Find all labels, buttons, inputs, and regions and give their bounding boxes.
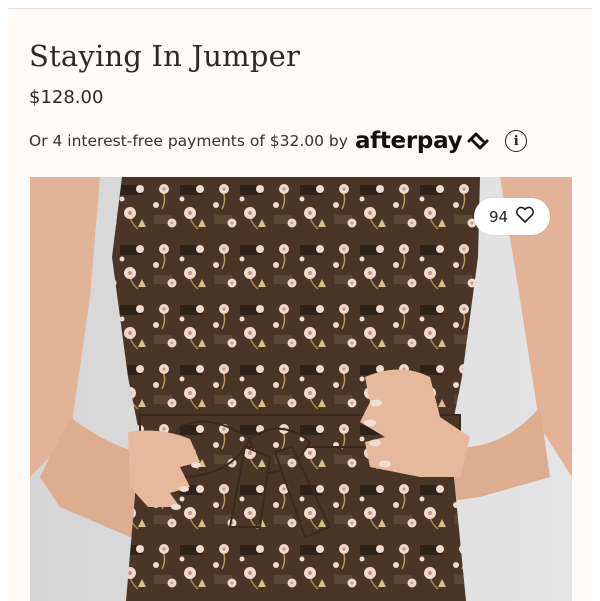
product-price: $128.00 bbox=[29, 87, 104, 108]
afterpay-logo-icon bbox=[465, 130, 491, 152]
info-icon[interactable]: i bbox=[505, 130, 528, 152]
product-photo-illustration bbox=[30, 177, 572, 601]
installment-line: Or 4 interest-free payments of $32.00 by… bbox=[29, 127, 528, 155]
product-title: Staying In Jumper bbox=[29, 39, 301, 73]
like-button[interactable]: 94 bbox=[474, 198, 550, 235]
product-image[interactable] bbox=[30, 177, 572, 601]
like-count: 94 bbox=[488, 207, 509, 226]
heart-outline-icon bbox=[515, 206, 535, 228]
afterpay-wordmark[interactable]: afterpay bbox=[355, 128, 463, 154]
installment-text: Or 4 interest-free payments of $32.00 by bbox=[29, 132, 348, 150]
product-detail-panel: Staying In Jumper $128.00 Or 4 interest-… bbox=[8, 8, 592, 601]
